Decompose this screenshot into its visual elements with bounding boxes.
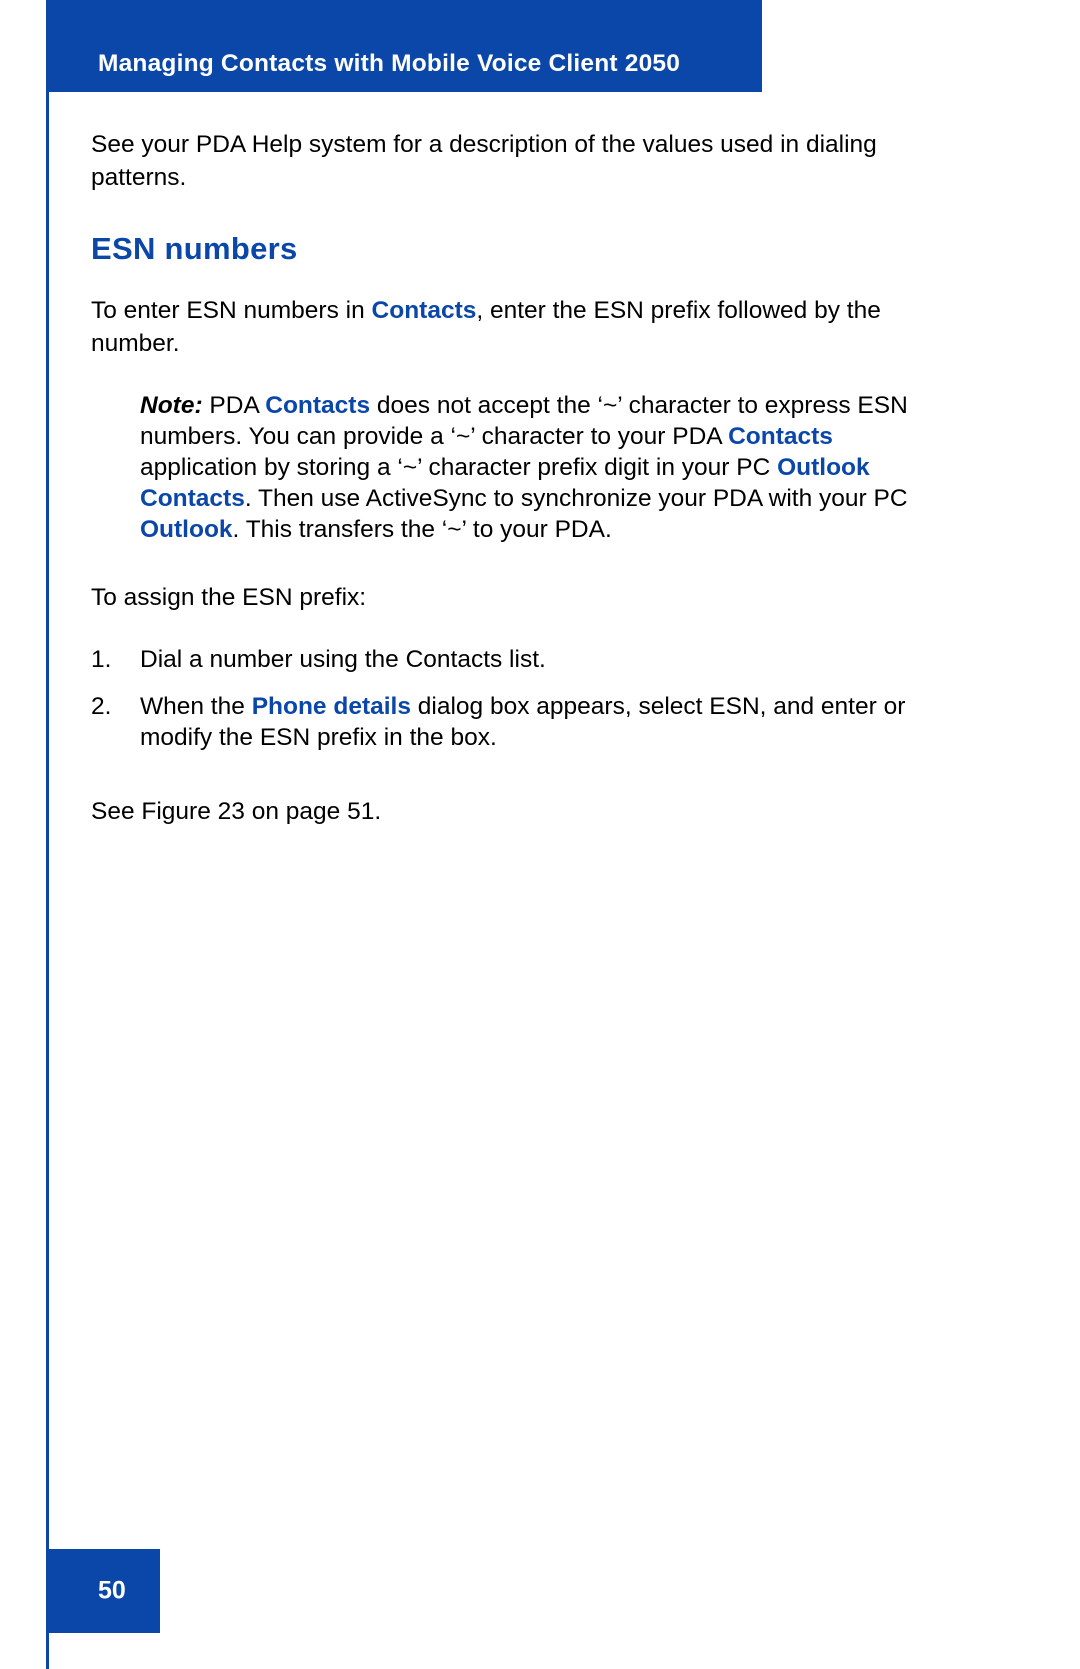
note-block: Note: PDA Contacts does not accept the ‘… — [140, 390, 931, 545]
list-item-text-part: When the — [140, 693, 252, 720]
page-number: 50 — [98, 1576, 126, 1605]
paragraph-text-part: To enter ESN numbers in — [91, 297, 372, 324]
keyword-contacts: Contacts — [265, 392, 371, 419]
keyword-phone-details: Phone details — [251, 693, 411, 720]
note-text-part: . This transfers the ‘~’ to your PDA. — [232, 516, 612, 543]
list-item-number: 2. — [91, 693, 112, 720]
list-item-text-part: Dial a number using the Contacts list. — [140, 646, 546, 673]
header-title: Managing Contacts with Mobile Voice Clie… — [98, 50, 681, 77]
header-banner: Managing Contacts with Mobile Voice Clie… — [46, 0, 762, 92]
note-text-part: . Then use ActiveSync to synchronize you… — [244, 485, 908, 512]
paragraph-enter-esn: To enter ESN numbers in Contacts, enter … — [91, 294, 931, 360]
left-edge-rule — [46, 0, 49, 1669]
lead-in-text: To assign the ESN prefix: — [91, 584, 367, 611]
keyword-outlook: Outlook — [140, 516, 233, 543]
step-list: 1. Dial a number using the Contacts list.… — [91, 644, 931, 753]
page-title: ESN numbers — [91, 231, 298, 266]
document-page: Managing Contacts with Mobile Voice Clie… — [0, 0, 1080, 1669]
page-content: See your PDA Help system for a descripti… — [91, 128, 931, 828]
keyword-contacts: Contacts — [728, 423, 833, 450]
note-label: Note: — [140, 392, 203, 419]
list-item: 1. Dial a number using the Contacts list. — [91, 644, 931, 675]
keyword-contacts: Contacts — [371, 297, 477, 324]
footer-page-box: 50 — [46, 1549, 160, 1633]
figure-reference: See Figure 23 on page 51. — [91, 798, 382, 825]
note-text-part: application by storing a ‘~’ character p… — [140, 454, 778, 481]
list-item: 2. When the Phone details dialog box appe… — [91, 691, 931, 753]
note-text-part: PDA — [202, 392, 266, 419]
intro-paragraph: See your PDA Help system for a descripti… — [91, 131, 877, 191]
list-item-number: 1. — [91, 646, 112, 673]
